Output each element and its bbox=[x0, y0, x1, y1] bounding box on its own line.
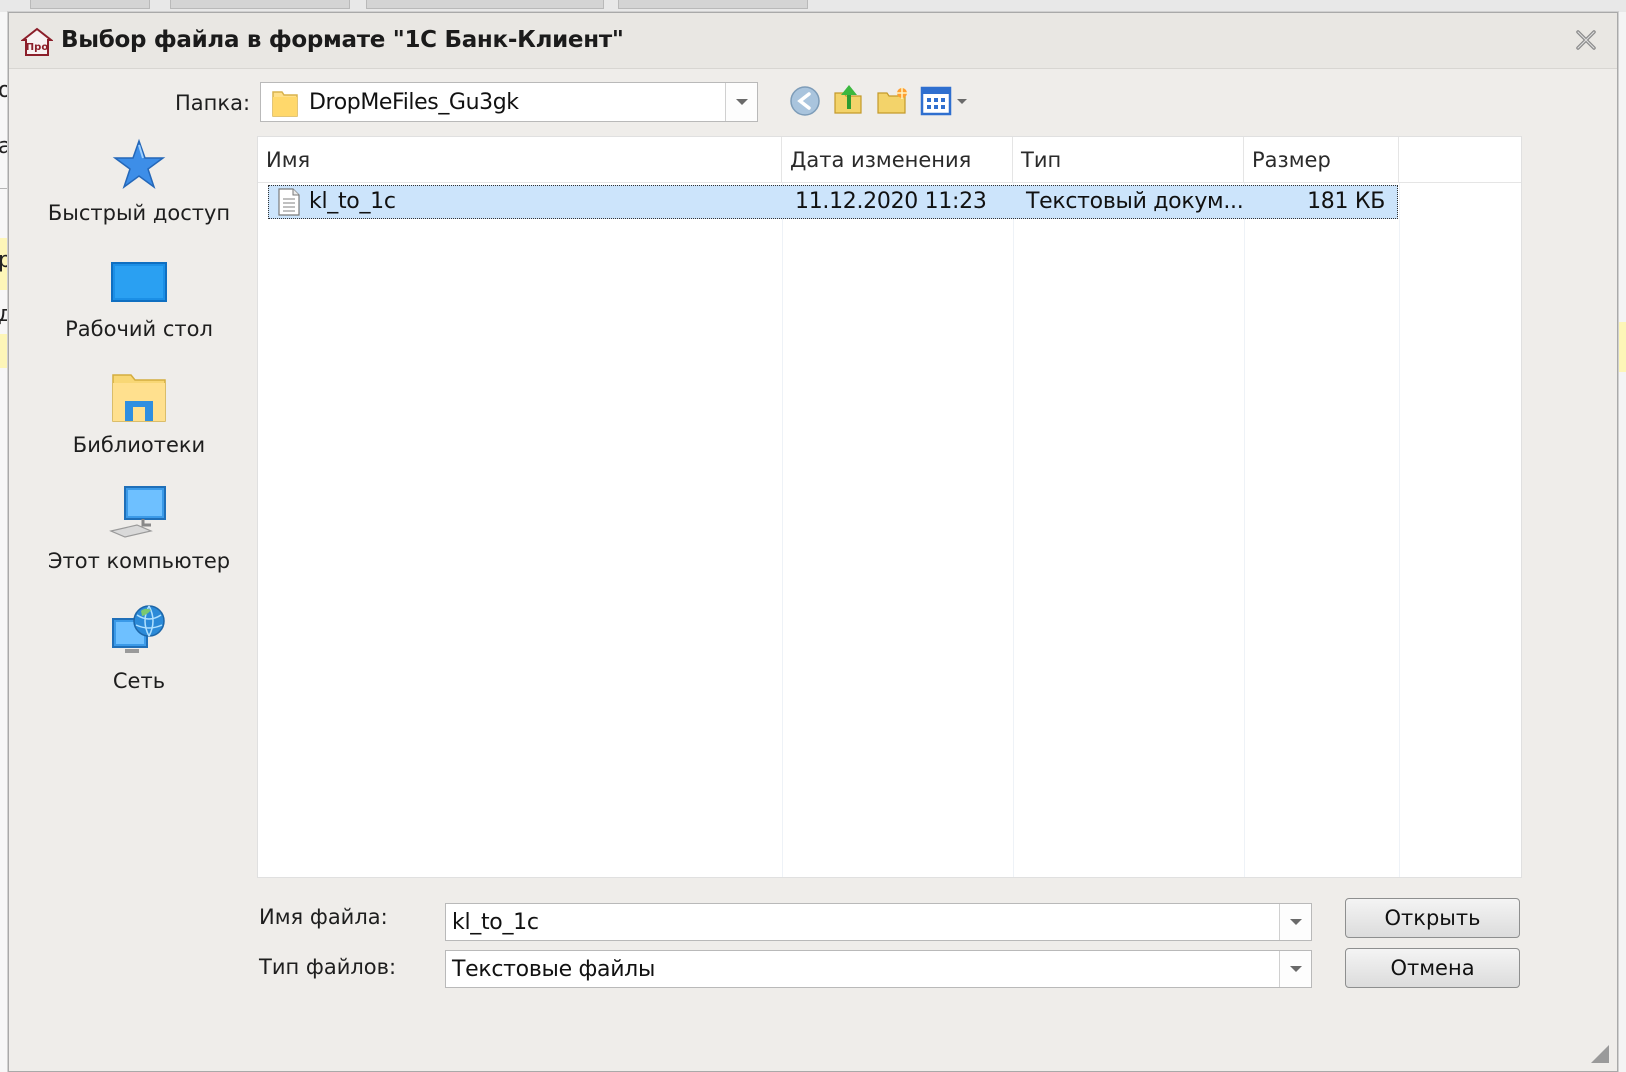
file-row[interactable]: kl_to_1c 11.12.2020 11:23 Текстовый доку… bbox=[268, 185, 1398, 219]
folder-icon bbox=[272, 91, 298, 117]
place-network[interactable]: Сеть bbox=[39, 601, 239, 711]
dialog-titlebar[interactable]: Про Выбор файла в формате "1С Банк-Клиен… bbox=[9, 13, 1617, 69]
filetype-value: Текстовые файлы bbox=[452, 957, 656, 982]
place-label: Сеть bbox=[112, 669, 166, 693]
cancel-button[interactable]: Отмена bbox=[1345, 948, 1520, 988]
folder-name: DropMeFiles_Gu3gk bbox=[309, 90, 519, 115]
background-tab bbox=[170, 0, 350, 9]
chevron-down-icon bbox=[735, 99, 748, 105]
place-this-pc[interactable]: Этот компьютер bbox=[39, 485, 239, 595]
file-type-cell: Текстовый докум... bbox=[1026, 189, 1244, 214]
file-size-cell: 181 КБ bbox=[1307, 189, 1385, 214]
column-divider bbox=[1244, 183, 1245, 877]
up-folder-icon[interactable] bbox=[831, 81, 867, 117]
background-highlight bbox=[1618, 322, 1626, 372]
resize-grip[interactable] bbox=[1591, 1045, 1609, 1063]
folder-label: Папка: bbox=[175, 91, 251, 115]
network-icon bbox=[112, 605, 165, 653]
file-list-header: Имя Дата изменения Тип Размер bbox=[258, 137, 1521, 183]
chevron-down-icon bbox=[1289, 919, 1302, 925]
app-logo-icon: Про bbox=[21, 27, 53, 56]
text-file-icon bbox=[278, 188, 300, 216]
libraries-icon bbox=[112, 374, 166, 422]
filename-value: kl_to_1c bbox=[452, 910, 539, 935]
background-tab bbox=[618, 0, 808, 9]
column-divider bbox=[1399, 183, 1400, 877]
place-label: Быстрый доступ bbox=[47, 201, 231, 225]
filename-dropdown-arrow[interactable] bbox=[1279, 904, 1311, 940]
place-label: Рабочий стол bbox=[65, 317, 213, 341]
place-label: Библиотеки bbox=[72, 433, 206, 457]
filename-input[interactable]: kl_to_1c bbox=[445, 903, 1312, 941]
column-divider bbox=[782, 183, 783, 877]
folder-dropdown-arrow[interactable] bbox=[725, 83, 757, 121]
filename-label: Имя файла: bbox=[259, 905, 388, 929]
file-open-dialog: Про Выбор файла в формате "1С Банк-Клиен… bbox=[8, 12, 1618, 1072]
background-tab bbox=[366, 0, 604, 9]
filetype-select[interactable]: Текстовые файлы bbox=[445, 950, 1312, 988]
open-button[interactable]: Открыть bbox=[1345, 898, 1520, 938]
chevron-down-icon bbox=[1289, 966, 1302, 972]
background-tab-strip bbox=[0, 0, 1626, 12]
column-header-type[interactable]: Тип bbox=[1013, 137, 1244, 183]
view-menu-icon[interactable] bbox=[919, 83, 975, 119]
column-header-name[interactable]: Имя bbox=[258, 137, 782, 183]
file-date-cell: 11.12.2020 11:23 bbox=[795, 189, 987, 214]
column-divider bbox=[1013, 183, 1014, 877]
column-header-size[interactable]: Размер bbox=[1244, 137, 1399, 183]
place-libraries[interactable]: Библиотеки bbox=[39, 369, 239, 479]
close-icon[interactable] bbox=[1571, 25, 1601, 55]
svg-text:Про: Про bbox=[26, 42, 49, 53]
star-icon bbox=[112, 138, 166, 189]
column-header-date[interactable]: Дата изменения bbox=[782, 137, 1013, 183]
computer-icon bbox=[109, 486, 166, 538]
desktop-icon bbox=[111, 262, 167, 302]
filetype-dropdown-arrow[interactable] bbox=[1279, 951, 1311, 987]
dialog-title: Выбор файла в формате "1С Банк-Клиент" bbox=[61, 27, 624, 53]
file-list[interactable]: Имя Дата изменения Тип Размер kl_to_1c 1… bbox=[257, 136, 1522, 878]
background-tab bbox=[30, 0, 150, 9]
filetype-label: Тип файлов: bbox=[259, 955, 397, 979]
back-icon[interactable] bbox=[787, 83, 823, 119]
place-quick-access[interactable]: Быстрый доступ bbox=[39, 137, 239, 247]
place-label: Этот компьютер bbox=[47, 549, 231, 573]
folder-select[interactable]: DropMeFiles_Gu3gk bbox=[260, 82, 758, 122]
file-name-cell: kl_to_1c bbox=[309, 189, 396, 214]
new-folder-icon[interactable] bbox=[875, 83, 911, 119]
place-desktop[interactable]: Рабочий стол bbox=[39, 253, 239, 363]
